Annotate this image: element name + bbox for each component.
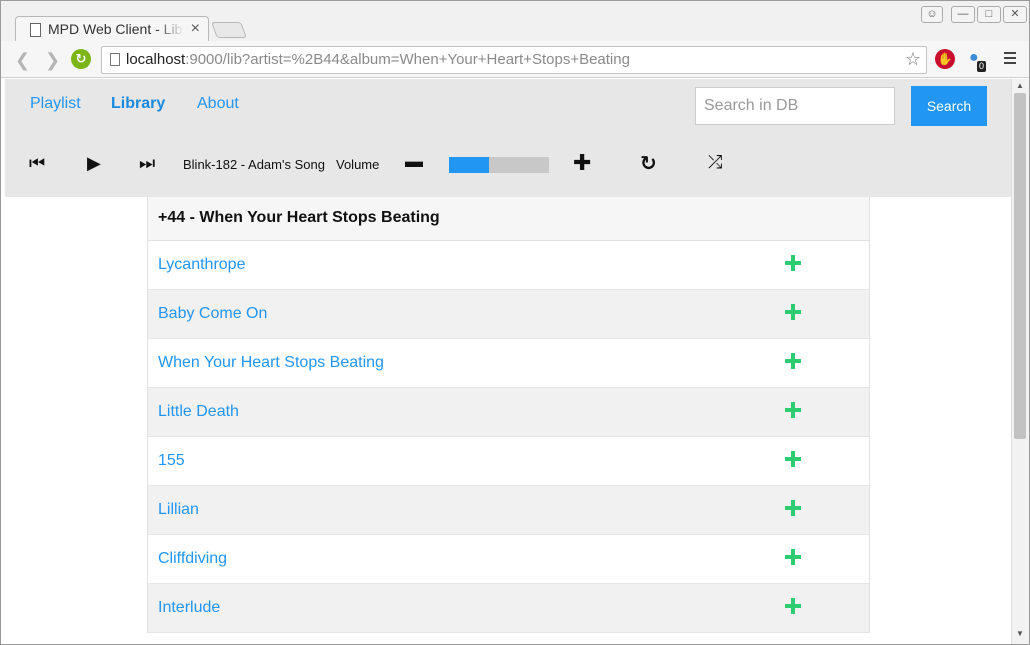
add-icon[interactable] <box>784 399 802 423</box>
scroll-thumb[interactable] <box>1014 93 1026 439</box>
now-playing: Blink-182 - Adam's Song <box>183 157 325 172</box>
search-button[interactable]: Search <box>911 86 987 126</box>
track-link[interactable]: Little Death <box>158 403 239 421</box>
add-icon[interactable] <box>784 252 802 276</box>
volume-bar[interactable] <box>449 157 549 173</box>
address-bar[interactable]: localhost:9000/lib?artist=%2B44&album=Wh… <box>101 46 927 74</box>
minimize-icon[interactable]: — <box>951 6 975 23</box>
scroll-up-icon[interactable]: ▲ <box>1016 81 1024 90</box>
track-row: Cliffdiving <box>148 535 869 584</box>
forward-icon[interactable]: ❯ <box>45 50 60 71</box>
track-row: Little Death <box>148 388 869 437</box>
scrollbar[interactable]: ▲ ▼ <box>1011 79 1029 644</box>
menu-icon[interactable] <box>1004 52 1016 64</box>
volume-up-icon[interactable]: ✚ <box>573 150 591 176</box>
track-link[interactable]: Lillian <box>158 501 199 519</box>
track-row: Baby Come On <box>148 290 869 339</box>
play-icon[interactable]: ▶ <box>87 153 101 174</box>
previous-icon[interactable]: ⏮ <box>29 153 45 174</box>
track-link[interactable]: Baby Come On <box>158 305 267 323</box>
extension-badge: 0 <box>977 61 987 72</box>
url-path: :9000/lib?artist=%2B44&album=When+Your+H… <box>185 51 630 68</box>
app-header: Playlist Library About Search ⏮ ▶ ⏭ Blin… <box>5 79 1011 197</box>
track-link[interactable]: 155 <box>158 452 185 470</box>
volume-label: Volume <box>336 157 380 172</box>
track-link[interactable]: Cliffdiving <box>158 550 227 568</box>
url-text[interactable]: localhost:9000/lib?artist=%2B44&album=Wh… <box>126 51 630 68</box>
next-icon[interactable]: ⏭ <box>139 153 155 174</box>
track-link[interactable]: Interlude <box>158 599 220 617</box>
new-tab-button[interactable] <box>211 22 247 38</box>
add-icon[interactable] <box>784 595 802 619</box>
track-row: Interlude <box>148 584 869 633</box>
scroll-down-icon[interactable]: ▼ <box>1016 629 1024 638</box>
album-title: +44 - When Your Heart Stops Beating <box>148 197 869 241</box>
back-icon[interactable]: ❮ <box>15 50 30 71</box>
page-icon <box>110 53 120 66</box>
add-icon[interactable] <box>784 350 802 374</box>
page-icon <box>30 23 41 37</box>
user-icon[interactable]: ☺ <box>921 6 943 23</box>
browser-tab[interactable]: MPD Web Client - Library × <box>15 16 209 44</box>
star-icon[interactable]: ☆ <box>905 49 921 70</box>
add-icon[interactable] <box>784 546 802 570</box>
search-input[interactable] <box>695 87 895 125</box>
app-viewport: Playlist Library About Search ⏮ ▶ ⏭ Blin… <box>5 79 1011 644</box>
volume-level <box>449 157 489 173</box>
reload-icon[interactable]: ↻ <box>71 49 91 69</box>
add-icon[interactable] <box>784 497 802 521</box>
track-row: When Your Heart Stops Beating <box>148 339 869 388</box>
stop-icon[interactable]: ✋ <box>935 49 955 69</box>
nav-playlist[interactable]: Playlist <box>30 95 81 113</box>
browser-window: MPD Web Client - Library × ☺ — □ ✕ ❮ ❯ ↻… <box>0 0 1030 645</box>
nav-about[interactable]: About <box>197 95 239 113</box>
nav-library[interactable]: Library <box>111 95 165 113</box>
album-table: +44 - When Your Heart Stops Beating Lyca… <box>147 197 870 633</box>
add-icon[interactable] <box>784 301 802 325</box>
url-host: localhost <box>126 51 186 68</box>
track-row: 155 <box>148 437 869 486</box>
ghost-icon[interactable]: ● 0 <box>969 49 987 72</box>
track-link[interactable]: When Your Heart Stops Beating <box>158 354 384 372</box>
shuffle-icon[interactable]: ⤮ <box>708 152 722 173</box>
track-row: Lycanthrope <box>148 241 869 290</box>
track-list: Lycanthrope Baby Come On When Your Heart S… <box>148 241 869 633</box>
repeat-icon[interactable]: ↻ <box>640 151 657 176</box>
track-link[interactable]: Lycanthrope <box>158 256 245 274</box>
close-icon[interactable]: × <box>191 20 200 38</box>
title-bar: MPD Web Client - Library × ☺ — □ ✕ <box>1 1 1029 44</box>
add-icon[interactable] <box>784 448 802 472</box>
volume-down-icon[interactable]: ▬ <box>405 151 423 172</box>
close-window-icon[interactable]: ✕ <box>1003 6 1027 23</box>
maximize-icon[interactable]: □ <box>977 6 1001 23</box>
track-row: Lillian <box>148 486 869 535</box>
browser-toolbar: ❮ ❯ ↻ localhost:9000/lib?artist=%2B44&al… <box>1 41 1029 78</box>
